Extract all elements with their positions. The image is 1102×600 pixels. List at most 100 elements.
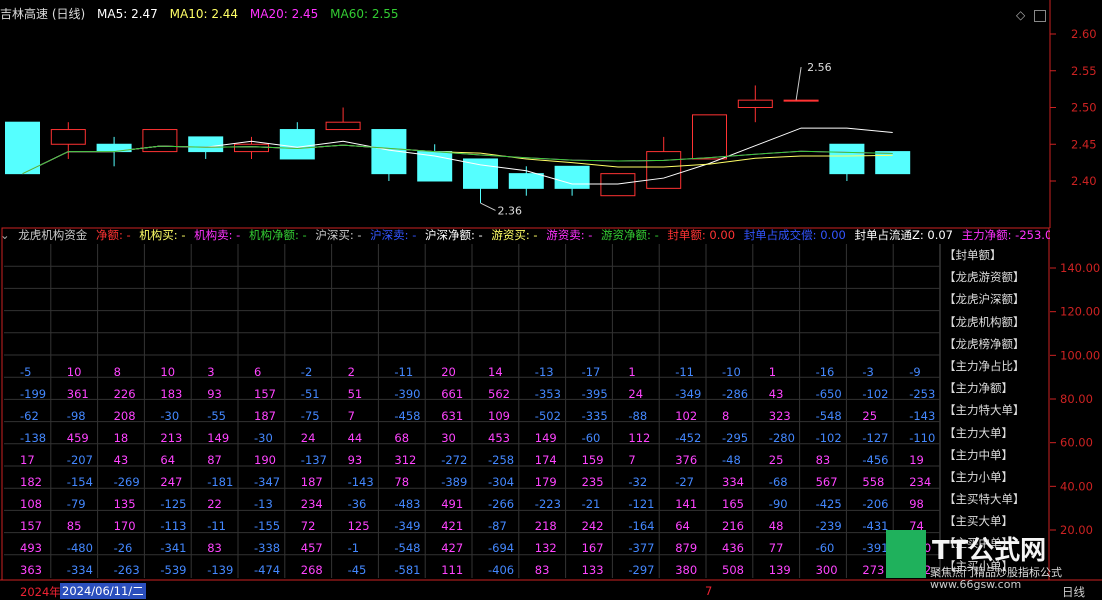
table-cell: 562 (488, 387, 510, 401)
ma10-label: MA10: 2.44 (169, 7, 239, 21)
table-cell: -349 (675, 387, 701, 401)
legend-item[interactable]: 【主力净额】 (944, 377, 1048, 399)
table-cell: 10 (67, 365, 82, 379)
table-cell: 83 (816, 453, 831, 467)
table-cell: -347 (254, 475, 280, 489)
table-cell: -26 (114, 541, 133, 555)
table-cell: 30 (441, 431, 456, 445)
table-cell: 187 (254, 409, 276, 423)
table-cell: -11 (394, 365, 413, 379)
fund-tick-label: 40.00 (1060, 479, 1093, 493)
legend-item[interactable]: 【龙虎游资额】 (944, 266, 1048, 288)
price-header: 吉林高速 (日线) MA5: 2.47 MA10: 2.44 MA20: 2.4… (0, 5, 407, 23)
watermark-logo: TT公式网 聚焦热门精品炒股指标公式 www.66gsw.com (886, 530, 1102, 594)
table-cell: -55 (207, 409, 226, 423)
table-cell: 149 (535, 431, 557, 445)
table-cell: -113 (160, 519, 186, 533)
table-cell: -87 (488, 519, 507, 533)
candle-body (554, 165, 590, 189)
table-cell: 170 (114, 519, 136, 533)
legend-item[interactable]: 【主力中单】 (944, 444, 1048, 466)
table-cell: 380 (675, 563, 697, 577)
table-cell: 72 (301, 519, 316, 533)
table-cell: -21 (582, 497, 601, 511)
table-cell: -11 (675, 365, 694, 379)
table-cell: -480 (67, 541, 93, 555)
settings-square-icon[interactable] (1034, 10, 1046, 22)
cursor-date: 2024/06/11/二 (60, 583, 146, 599)
table-cell: 43 (114, 453, 129, 467)
table-cell: -164 (628, 519, 654, 533)
table-cell: -138 (20, 431, 46, 445)
fund-label-8: 游资买: - (491, 228, 538, 242)
table-cell: -456 (862, 453, 888, 467)
diamond-icon[interactable]: ◇ (1016, 8, 1025, 22)
fund-label-13: 封单占流通Z: 0.07 (854, 228, 953, 242)
table-cell: -304 (488, 475, 514, 489)
table-cell: -10 (722, 365, 741, 379)
candle-body (188, 136, 224, 153)
table-cell: -17 (582, 365, 601, 379)
table-cell: 879 (675, 541, 697, 555)
chart-canvas[interactable]: 2.602.552.502.452.402.562.36140.00120.00… (0, 0, 1102, 600)
table-cell: 235 (582, 475, 604, 489)
candle-body (737, 99, 773, 109)
table-cell: -207 (67, 453, 93, 467)
price-tick-label: 2.40 (1071, 174, 1097, 188)
table-cell: -199 (20, 387, 46, 401)
legend-item[interactable]: 【龙虎榜净额】 (944, 333, 1048, 355)
table-cell: -286 (722, 387, 748, 401)
table-cell: 234 (301, 497, 323, 511)
legend-item[interactable]: 【龙虎机构额】 (944, 311, 1048, 333)
legend-item[interactable]: 【主力净占比】 (944, 355, 1048, 377)
table-cell: 334 (722, 475, 744, 489)
legend-item[interactable]: 【主力小单】 (944, 466, 1048, 488)
collapse-icon[interactable]: ⌄ (0, 228, 10, 242)
table-cell: -425 (816, 497, 842, 511)
table-cell: 1 (769, 365, 776, 379)
legend-item[interactable]: 【主力大单】 (944, 422, 1048, 444)
logo-mark-icon (886, 530, 926, 578)
table-cell: 112 (628, 431, 650, 445)
legend-item[interactable]: 【主力特大单】 (944, 399, 1048, 421)
candle-body (783, 99, 819, 102)
table-cell: -239 (816, 519, 842, 533)
price-tick-label: 2.55 (1071, 64, 1097, 78)
table-cell: 6 (254, 365, 261, 379)
table-cell: -127 (862, 431, 888, 445)
table-cell: 7 (628, 453, 635, 467)
table-cell: 218 (535, 519, 557, 533)
table-cell: -88 (628, 409, 647, 423)
price-tick-label: 2.45 (1071, 137, 1097, 151)
table-cell: 174 (535, 453, 557, 467)
table-cell: -48 (722, 453, 741, 467)
legend-item[interactable]: 【主买特大单】 (944, 488, 1048, 510)
table-cell: 44 (348, 431, 363, 445)
table-cell: 376 (675, 453, 697, 467)
stock-title[interactable]: 吉林高速 (日线) (0, 7, 85, 21)
table-cell: -483 (394, 497, 420, 511)
table-cell: -334 (67, 563, 93, 577)
fund-label-14: 主力净额: -253.00 (961, 228, 1050, 242)
fund-panel-border (1, 227, 1050, 581)
table-cell: -539 (160, 563, 186, 577)
table-cell: -75 (301, 409, 320, 423)
candle-body (234, 143, 269, 153)
table-cell: -1 (348, 541, 359, 555)
table-cell: -502 (535, 409, 561, 423)
fund-label-11: 封单额: 0.00 (667, 228, 736, 242)
indicator-legend: 【封单额】 【龙虎游资额】 【龙虎沪深额】 【龙虎机构额】 【龙虎榜净额】 【主… (944, 244, 1048, 577)
table-cell: -377 (628, 541, 654, 555)
candle-body (325, 121, 361, 131)
legend-item[interactable]: 【封单额】 (944, 244, 1048, 266)
fund-label-5: 沪深买: - (315, 228, 362, 242)
candle-body (875, 151, 911, 175)
table-cell: -474 (254, 563, 280, 577)
table-cell: -335 (582, 409, 608, 423)
table-cell: -98 (67, 409, 86, 423)
legend-item[interactable]: 【龙虎沪深额】 (944, 288, 1048, 310)
ma5-label: MA5: 2.47 (97, 7, 158, 21)
candle-body (279, 129, 315, 160)
table-cell: -60 (582, 431, 601, 445)
table-cell: -406 (488, 563, 514, 577)
